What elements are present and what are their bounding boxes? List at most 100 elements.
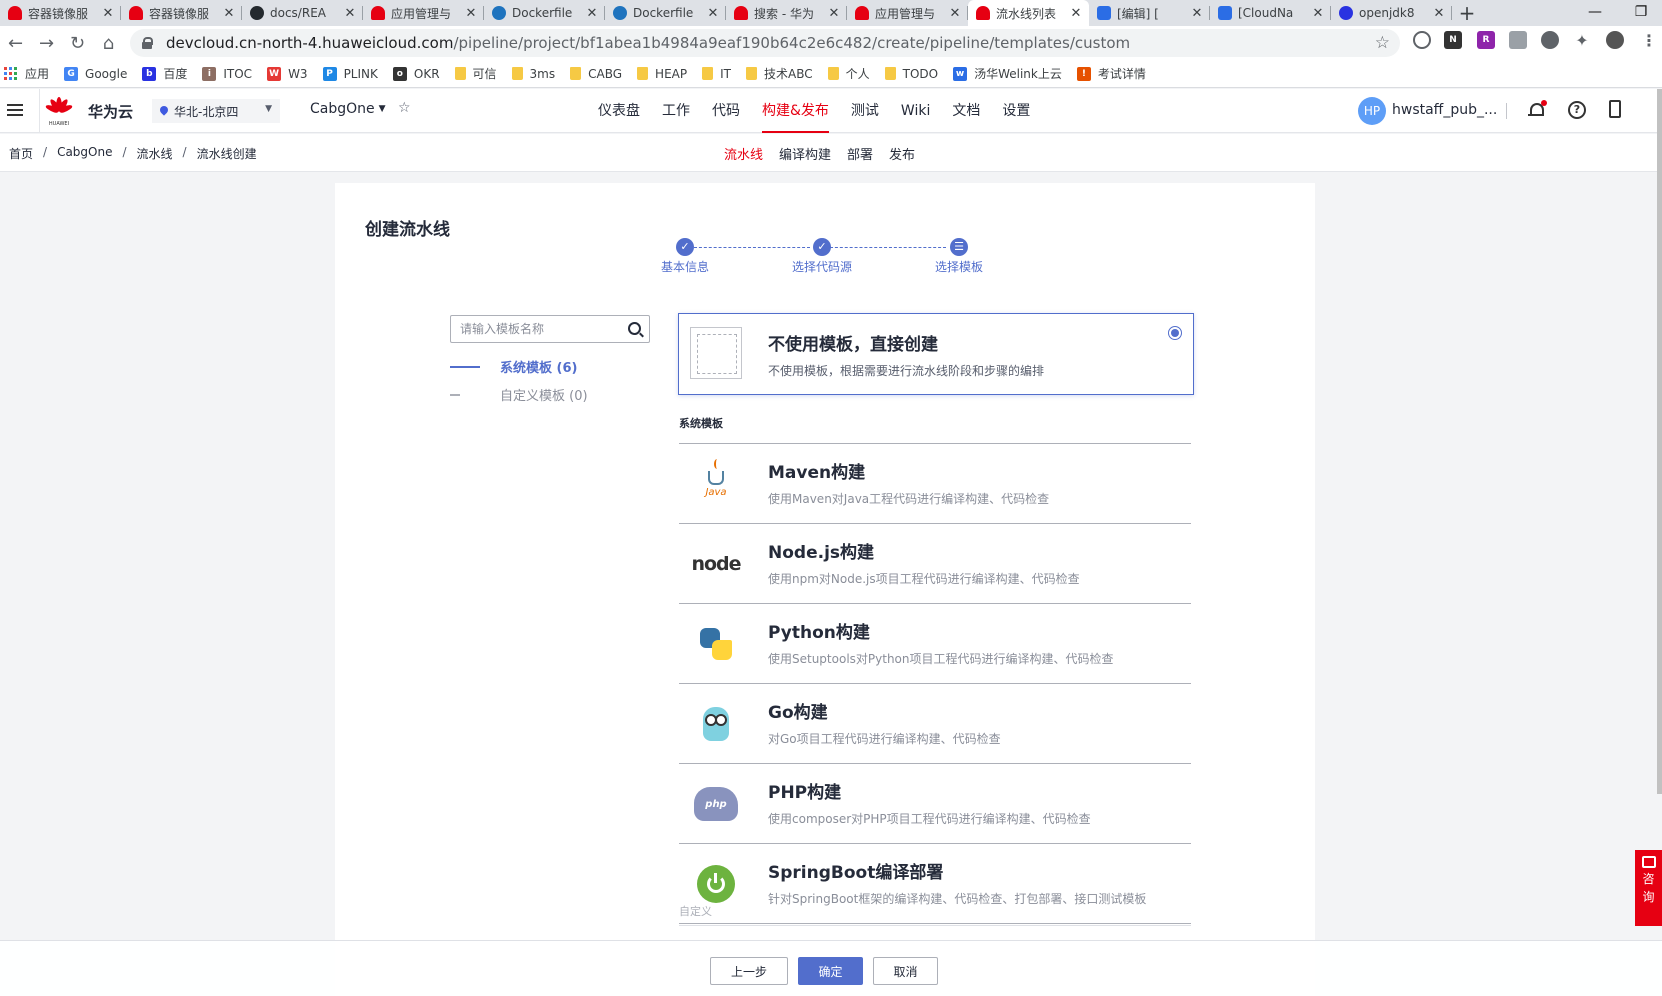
close-icon[interactable]: ✕: [1190, 6, 1204, 21]
bookmark-item[interactable]: 可信: [454, 65, 497, 82]
bookmark-item[interactable]: i ITOC: [202, 66, 252, 81]
close-icon[interactable]: ✕: [827, 6, 841, 21]
close-icon[interactable]: ✕: [464, 6, 478, 21]
bookmark-item[interactable]: HEAP: [637, 67, 687, 81]
favorite-star-icon[interactable]: ☆: [398, 100, 411, 116]
browser-tab[interactable]: [编辑] [✕: [1089, 0, 1210, 26]
puzzle-icon[interactable]: ✦: [1573, 31, 1591, 50]
address-bar[interactable]: devcloud.cn-north-4.huaweicloud.com/pipe…: [130, 29, 1400, 57]
search-icon[interactable]: [628, 322, 641, 335]
bookmark-item[interactable]: b 百度: [142, 65, 187, 82]
breadcrumb-item[interactable]: 首页: [9, 145, 33, 162]
help-icon[interactable]: ?: [1568, 101, 1586, 119]
nav-item[interactable]: 构建&发布: [762, 89, 829, 133]
home-button[interactable]: ⌂: [93, 28, 124, 58]
restore-window-button[interactable]: ❐: [1618, 0, 1662, 26]
project-selector[interactable]: CabgOne ▼: [310, 101, 386, 117]
template-item[interactable]: php PHP构建 使用composer对PHP项目工程代码进行编译构建、代码检查: [679, 764, 1191, 844]
bookmark-item[interactable]: W W3: [267, 66, 308, 81]
forward-button[interactable]: →: [31, 28, 62, 58]
username[interactable]: hwstaff_pub_...: [1392, 102, 1497, 118]
region-selector[interactable]: 华北-北京四 ▼: [152, 99, 280, 123]
extension-new-icon[interactable]: N: [1444, 31, 1462, 49]
subnav-item[interactable]: 流水线: [724, 144, 763, 163]
close-icon[interactable]: ✕: [101, 6, 115, 21]
subnav-item[interactable]: 编译构建: [779, 144, 831, 163]
bookmark-item[interactable]: P PLINK: [322, 66, 378, 81]
bookmark-item[interactable]: IT: [702, 67, 731, 81]
more-menu-icon[interactable]: ⋮: [1640, 31, 1658, 50]
template-item[interactable]: Java Maven构建 使用Maven对Java工程代码进行编译构建、代码检查: [679, 444, 1191, 524]
close-icon[interactable]: ✕: [585, 6, 599, 21]
subnav-item[interactable]: 发布: [889, 144, 915, 163]
browser-tab[interactable]: 搜索 - 华为 ✕: [726, 0, 847, 26]
bookmark-item[interactable]: 技术ABC: [745, 65, 813, 82]
browser-tab[interactable]: docs/REA ✕: [242, 0, 363, 26]
template-item[interactable]: Python构建 使用Setuptools对Python项目工程代码进行编译构建、…: [679, 604, 1191, 684]
new-tab-button[interactable]: +: [1452, 0, 1482, 26]
bookmark-item[interactable]: 3ms: [511, 67, 555, 81]
close-icon[interactable]: ✕: [706, 6, 720, 21]
mobile-icon[interactable]: [1609, 100, 1621, 118]
close-icon[interactable]: ✕: [222, 6, 236, 21]
nav-item[interactable]: 设置: [1002, 89, 1030, 133]
profile-icon[interactable]: [1606, 31, 1624, 49]
bookmark-item[interactable]: TODO: [884, 67, 938, 81]
minimize-window-button[interactable]: —: [1572, 0, 1618, 26]
template-search-input[interactable]: [451, 316, 616, 342]
extension-circle-icon[interactable]: [1413, 31, 1431, 49]
nav-item[interactable]: 仪表盘: [598, 89, 640, 133]
close-icon[interactable]: ✕: [1069, 6, 1083, 21]
browser-tab[interactable]: 容器镜像服 ✕: [0, 0, 121, 26]
nav-item[interactable]: Wiki: [901, 89, 930, 133]
avatar[interactable]: HP: [1358, 97, 1386, 125]
bookmark-item[interactable]: CABG: [570, 67, 622, 81]
previous-step-button[interactable]: 上一步: [710, 957, 788, 985]
browser-tab[interactable]: 容器镜像服 ✕: [121, 0, 242, 26]
breadcrumb-item[interactable]: CabgOne: [57, 145, 112, 162]
category-item[interactable]: 系统模板 (6): [450, 357, 577, 376]
browser-tab[interactable]: [CloudNa ✕: [1210, 0, 1331, 26]
browser-tab[interactable]: Dockerfile ✕: [484, 0, 605, 26]
confirm-button[interactable]: 确定: [798, 957, 863, 985]
back-button[interactable]: ←: [0, 28, 31, 58]
bookmark-star-icon[interactable]: ☆: [1375, 33, 1390, 53]
browser-tab[interactable]: 应用管理与 ✕: [363, 0, 484, 26]
nav-item[interactable]: 文档: [952, 89, 980, 133]
bookmark-item[interactable]: ! 考试详情: [1076, 65, 1146, 82]
template-item[interactable]: SpringBoot编译部署 针对SpringBoot框架的编译构建、代码检查、打…: [679, 844, 1191, 924]
consult-widget[interactable]: 咨 询: [1635, 850, 1662, 926]
browser-tab[interactable]: 流水线列表 ✕: [968, 0, 1089, 26]
huawei-logo[interactable]: HUAWEI: [44, 95, 74, 127]
no-template-option[interactable]: 不使用模板，直接创建 不使用模板，根据需要进行流水线阶段和步骤的编排: [678, 313, 1194, 395]
brand-name[interactable]: 华为云: [88, 101, 133, 122]
page-scrollbar[interactable]: [1657, 89, 1662, 794]
category-item[interactable]: 自定义模板 (0): [450, 385, 588, 404]
close-icon[interactable]: ✕: [1311, 6, 1325, 21]
browser-tab[interactable]: 应用管理与 ✕: [847, 0, 968, 26]
subnav-item[interactable]: 部署: [847, 144, 873, 163]
browser-tab[interactable]: openjdk8 ✕: [1331, 0, 1452, 26]
extension-image-icon[interactable]: [1509, 31, 1527, 49]
cancel-button[interactable]: 取消: [873, 957, 938, 985]
nav-item[interactable]: 代码: [712, 89, 740, 133]
bookmark-item[interactable]: 应用: [4, 65, 49, 82]
close-icon[interactable]: ✕: [343, 6, 357, 21]
no-template-radio[interactable]: [1168, 326, 1182, 340]
bookmark-item[interactable]: o OKR: [392, 66, 440, 81]
nav-item[interactable]: 测试: [851, 89, 879, 133]
reload-button[interactable]: ↻: [62, 28, 93, 58]
nav-item[interactable]: 工作: [662, 89, 690, 133]
template-item[interactable]: Go构建 对Go项目工程代码进行编译构建、代码检查: [679, 684, 1191, 764]
breadcrumb-item[interactable]: 流水线: [137, 145, 173, 162]
extension-rp-icon[interactable]: R: [1477, 31, 1495, 49]
bookmark-item[interactable]: 个人: [827, 65, 870, 82]
extension-record-icon[interactable]: [1541, 31, 1559, 49]
menu-icon[interactable]: [7, 104, 23, 116]
close-icon[interactable]: ✕: [1432, 6, 1446, 21]
bookmark-item[interactable]: w 汤华Welink上云: [953, 65, 1062, 82]
bookmark-item[interactable]: G Google: [64, 66, 127, 81]
template-item[interactable]: node Node.js构建 使用npm对Node.js项目工程代码进行编译构建、代…: [679, 524, 1191, 604]
close-icon[interactable]: ✕: [948, 6, 962, 21]
browser-tab[interactable]: Dockerfile ✕: [605, 0, 726, 26]
